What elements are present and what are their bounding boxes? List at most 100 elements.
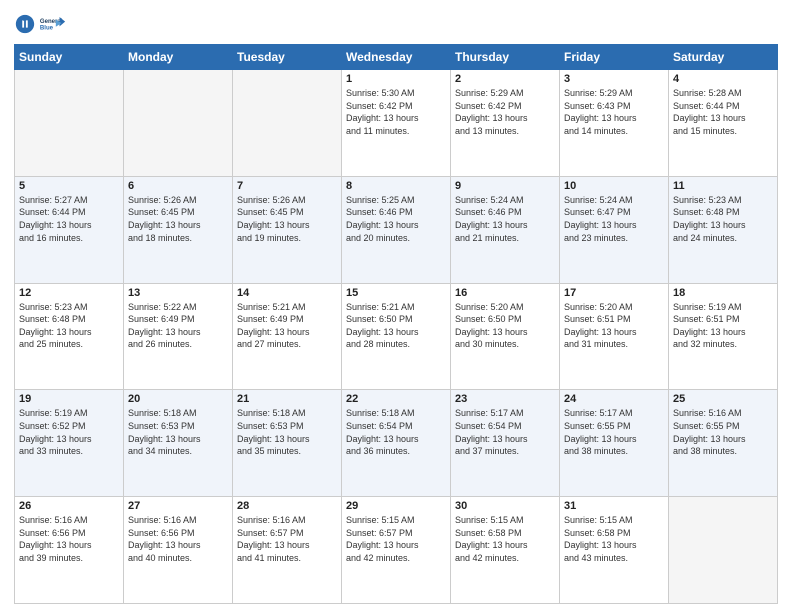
table-row: 13Sunrise: 5:22 AM Sunset: 6:49 PM Dayli… [124,283,233,390]
day-detail: Sunrise: 5:17 AM Sunset: 6:55 PM Dayligh… [564,407,664,457]
calendar-week-row: 19 Sunrise: 5:19 AM Sunset: 6:52 PM Dayli… [15,390,778,497]
logo-icon [14,13,36,35]
day-detail: Sunrise: 5:23 AM Sunset: 6:48 PM Dayligh… [19,301,119,351]
day-detail: Sunrise: 5:24 AM Sunset: 6:47 PM Dayligh… [564,194,664,244]
day-number: 1 [346,73,446,85]
calendar-page: General Blue Sunday Monday Tuesday Wedne… [0,0,792,612]
day-detail: Sunrise: 5:18 AM Sunset: 6:54 PM Dayligh… [346,407,446,457]
table-row: 5Sunrise: 5:27 AM Sunset: 6:44 PM Daylig… [15,176,124,283]
col-thursday: Thursday [451,45,560,70]
col-tuesday: Tuesday [233,45,342,70]
day-detail: Sunrise: 5:21 AM Sunset: 6:50 PM Dayligh… [346,301,446,351]
day-detail: Sunrise: 5:16 AM Sunset: 6:56 PM Dayligh… [128,514,228,564]
col-saturday: Saturday [669,45,778,70]
day-number: 19 [19,393,119,405]
day-detail: Sunrise: 5:22 AM Sunset: 6:49 PM Dayligh… [128,301,228,351]
day-detail: Sunrise: 5:17 AM Sunset: 6:54 PM Dayligh… [455,407,555,457]
day-detail: Sunrise: 5:19 AM Sunset: 6:51 PM Dayligh… [673,301,773,351]
header: General Blue [14,10,778,38]
day-number: 3 [564,73,664,85]
day-number: 27 [128,500,228,512]
table-row: 19 Sunrise: 5:19 AM Sunset: 6:52 PM Dayli… [15,390,124,497]
day-detail: Sunrise: 5:30 AM Sunset: 6:42 PM Dayligh… [346,87,446,137]
day-number: 24 [564,393,664,405]
table-row: 24 Sunrise: 5:17 AM Sunset: 6:55 PM Dayli… [560,390,669,497]
table-row: 31 Sunrise: 5:15 AM Sunset: 6:58 PM Dayli… [560,497,669,604]
table-row: 7 Sunrise: 5:26 AM Sunset: 6:45 PM Daylig… [233,176,342,283]
calendar-week-row: 5Sunrise: 5:27 AM Sunset: 6:44 PM Daylig… [15,176,778,283]
table-row: 25Sunrise: 5:16 AM Sunset: 6:55 PM Dayli… [669,390,778,497]
table-row [669,497,778,604]
day-number: 17 [564,287,664,299]
day-detail: Sunrise: 5:26 AM Sunset: 6:45 PM Dayligh… [128,194,228,244]
calendar-week-row: 12 Sunrise: 5:23 AM Sunset: 6:48 PM Dayli… [15,283,778,390]
table-row: 4 Sunrise: 5:28 AM Sunset: 6:44 PM Daylig… [669,70,778,177]
table-row: 21Sunrise: 5:18 AM Sunset: 6:53 PM Dayli… [233,390,342,497]
table-row: 20 Sunrise: 5:18 AM Sunset: 6:53 PM Dayli… [124,390,233,497]
day-detail: Sunrise: 5:15 AM Sunset: 6:58 PM Dayligh… [455,514,555,564]
day-detail: Sunrise: 5:15 AM Sunset: 6:57 PM Dayligh… [346,514,446,564]
day-detail: Sunrise: 5:23 AM Sunset: 6:48 PM Dayligh… [673,194,773,244]
day-number: 12 [19,287,119,299]
day-number: 14 [237,287,337,299]
table-row: 23Sunrise: 5:17 AM Sunset: 6:54 PM Dayli… [451,390,560,497]
day-number: 18 [673,287,773,299]
day-detail: Sunrise: 5:16 AM Sunset: 6:56 PM Dayligh… [19,514,119,564]
day-detail: Sunrise: 5:19 AM Sunset: 6:52 PM Dayligh… [19,407,119,457]
table-row: 11 Sunrise: 5:23 AM Sunset: 6:48 PM Dayli… [669,176,778,283]
col-monday: Monday [124,45,233,70]
svg-text:Blue: Blue [40,26,54,32]
table-row: 12 Sunrise: 5:23 AM Sunset: 6:48 PM Dayli… [15,283,124,390]
day-number: 28 [237,500,337,512]
table-row: 30 Sunrise: 5:15 AM Sunset: 6:58 PM Dayli… [451,497,560,604]
day-number: 11 [673,180,773,192]
table-row: 22 Sunrise: 5:18 AM Sunset: 6:54 PM Dayli… [342,390,451,497]
day-number: 6 [128,180,228,192]
table-row [124,70,233,177]
table-row: 8Sunrise: 5:25 AM Sunset: 6:46 PM Daylig… [342,176,451,283]
day-number: 26 [19,500,119,512]
table-row: 17Sunrise: 5:20 AM Sunset: 6:51 PM Dayli… [560,283,669,390]
col-wednesday: Wednesday [342,45,451,70]
table-row: 9 Sunrise: 5:24 AM Sunset: 6:46 PM Daylig… [451,176,560,283]
table-row: 16 Sunrise: 5:20 AM Sunset: 6:50 PM Dayli… [451,283,560,390]
col-sunday: Sunday [15,45,124,70]
day-number: 9 [455,180,555,192]
table-row: 3 Sunrise: 5:29 AM Sunset: 6:43 PM Daylig… [560,70,669,177]
table-row: 2 Sunrise: 5:29 AM Sunset: 6:42 PM Daylig… [451,70,560,177]
day-detail: Sunrise: 5:16 AM Sunset: 6:57 PM Dayligh… [237,514,337,564]
day-detail: Sunrise: 5:21 AM Sunset: 6:49 PM Dayligh… [237,301,337,351]
day-number: 8 [346,180,446,192]
col-friday: Friday [560,45,669,70]
day-number: 22 [346,393,446,405]
day-detail: Sunrise: 5:29 AM Sunset: 6:43 PM Dayligh… [564,87,664,137]
table-row: 10 Sunrise: 5:24 AM Sunset: 6:47 PM Dayli… [560,176,669,283]
day-detail: Sunrise: 5:28 AM Sunset: 6:44 PM Dayligh… [673,87,773,137]
day-detail: Sunrise: 5:18 AM Sunset: 6:53 PM Dayligh… [237,407,337,457]
calendar-week-row: 1 Sunrise: 5:30 AM Sunset: 6:42 PM Daylig… [15,70,778,177]
day-number: 2 [455,73,555,85]
day-number: 30 [455,500,555,512]
table-row [233,70,342,177]
calendar-week-row: 26 Sunrise: 5:16 AM Sunset: 6:56 PM Dayli… [15,497,778,604]
calendar-header-row: Sunday Monday Tuesday Wednesday Thursday… [15,45,778,70]
table-row [15,70,124,177]
day-detail: Sunrise: 5:29 AM Sunset: 6:42 PM Dayligh… [455,87,555,137]
day-detail: Sunrise: 5:24 AM Sunset: 6:46 PM Dayligh… [455,194,555,244]
day-number: 20 [128,393,228,405]
day-detail: Sunrise: 5:18 AM Sunset: 6:53 PM Dayligh… [128,407,228,457]
day-number: 4 [673,73,773,85]
logo: General Blue [14,10,67,38]
table-row: 15 Sunrise: 5:21 AM Sunset: 6:50 PM Dayli… [342,283,451,390]
day-number: 10 [564,180,664,192]
day-detail: Sunrise: 5:15 AM Sunset: 6:58 PM Dayligh… [564,514,664,564]
table-row: 1 Sunrise: 5:30 AM Sunset: 6:42 PM Daylig… [342,70,451,177]
day-number: 16 [455,287,555,299]
day-number: 31 [564,500,664,512]
table-row: 29Sunrise: 5:15 AM Sunset: 6:57 PM Dayli… [342,497,451,604]
day-number: 15 [346,287,446,299]
day-number: 7 [237,180,337,192]
day-detail: Sunrise: 5:20 AM Sunset: 6:50 PM Dayligh… [455,301,555,351]
day-detail: Sunrise: 5:26 AM Sunset: 6:45 PM Dayligh… [237,194,337,244]
day-detail: Sunrise: 5:16 AM Sunset: 6:55 PM Dayligh… [673,407,773,457]
